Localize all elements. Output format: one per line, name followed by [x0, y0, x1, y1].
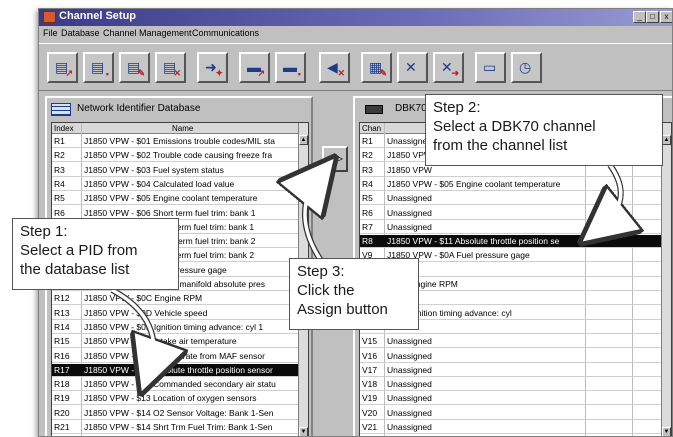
step1-line1: Select a PID from [20, 242, 138, 259]
step3-line1: Click the [297, 282, 355, 299]
step2-line2: from the channel list [433, 137, 568, 154]
step1-heading: Step 1: [20, 223, 68, 240]
step1-line2: the database list [20, 261, 130, 278]
step1-arrow [110, 287, 154, 368]
step3-line2: Assign button [297, 301, 388, 318]
step2-callout: Step 2: Select a DBK70 channel from the … [425, 94, 663, 166]
step3-callout: Step 3: Click the Assign button [289, 258, 419, 330]
step2-heading: Step 2: [433, 99, 481, 116]
step1-callout: Step 1: Select a PID from the database l… [12, 218, 179, 290]
step2-line1: Select a DBK70 channel [433, 118, 596, 135]
step3-heading: Step 3: [297, 263, 345, 280]
